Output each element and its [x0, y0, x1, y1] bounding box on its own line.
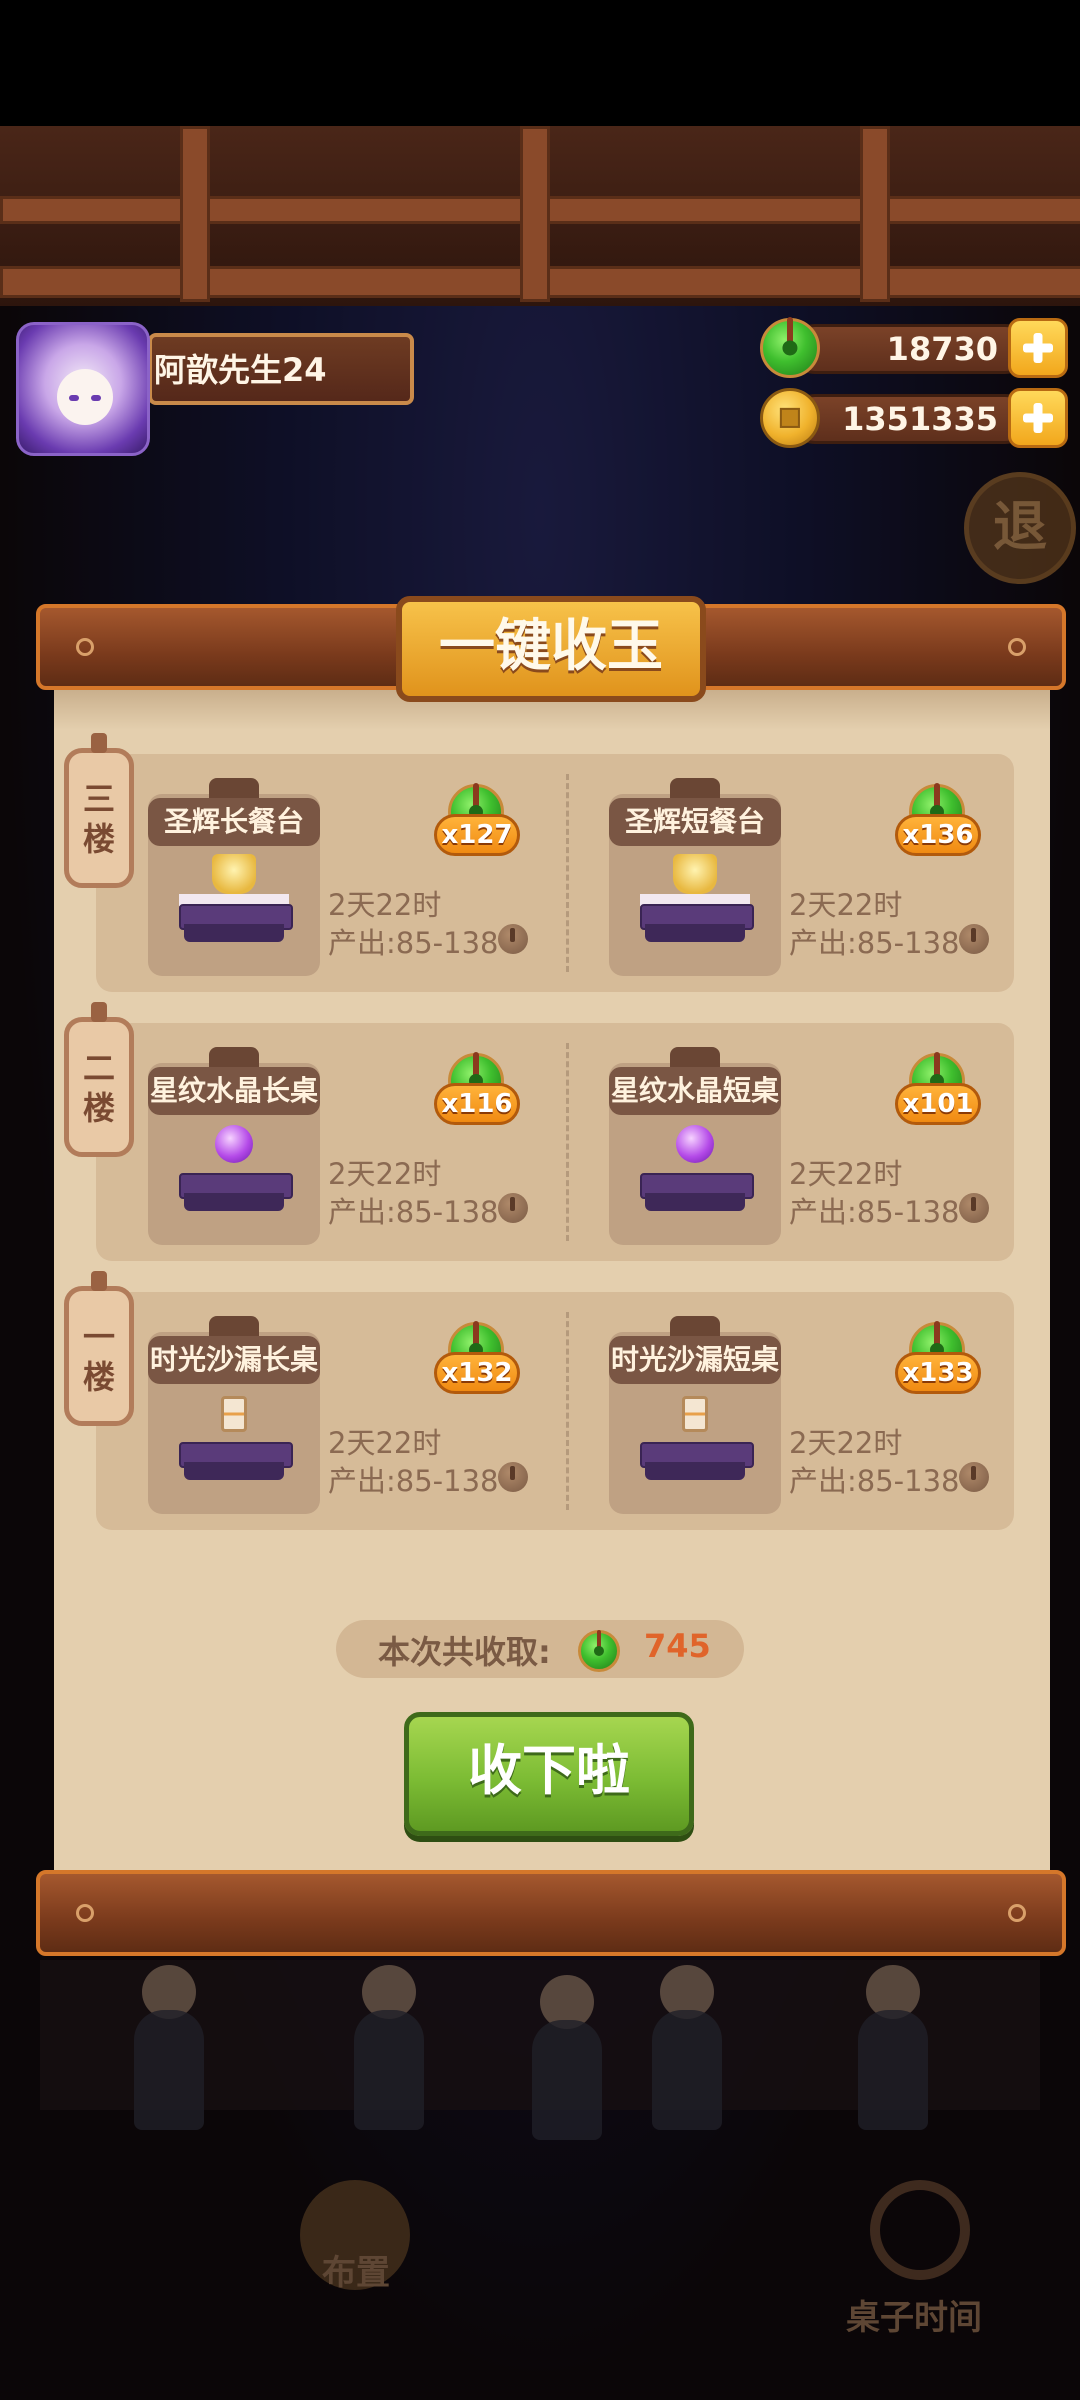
jade-count-badge: x132: [434, 1321, 520, 1408]
roof-beams: [0, 126, 1080, 306]
jade-count-badge: x136: [895, 783, 981, 870]
modal-title: 一键收玉: [439, 614, 663, 679]
table-name: 星纹水晶短桌: [610, 1074, 779, 1107]
golden-dish-icon: [673, 854, 717, 894]
copper-coin-icon: [498, 924, 528, 954]
table-base: [184, 1462, 284, 1480]
jade-count-badge: x133: [895, 1321, 981, 1408]
copper-coin-icon: [959, 1193, 989, 1223]
copper-coin-icon: [959, 924, 989, 954]
remaining-time: 2天22时: [789, 1157, 903, 1191]
remaining-time: 2天22时: [789, 1426, 903, 1460]
production-range: 产出:85-138: [789, 926, 960, 960]
production-range: 产出:85-138: [328, 926, 499, 960]
floor-label: 三楼: [82, 780, 115, 858]
table-base: [645, 1193, 745, 1211]
exit-button[interactable]: 退: [964, 472, 1076, 584]
table-time-button[interactable]: 桌子时间: [846, 2290, 982, 2339]
table-base: [184, 924, 284, 942]
table-name: 时光沙漏短桌: [610, 1343, 779, 1376]
player-avatar[interactable]: [16, 322, 150, 456]
table-name: 圣辉长餐台: [163, 805, 304, 838]
column-divider: [566, 1312, 569, 1510]
player-name: 阿歆先生24: [154, 351, 327, 389]
floor-tag: 三楼: [64, 733, 134, 888]
floor-label: 二楼: [82, 1049, 115, 1127]
table-name: 星纹水晶长桌: [149, 1074, 318, 1107]
bottom-scroll-rod: [36, 1870, 1066, 1956]
jade-count-badge: x101: [895, 1052, 981, 1139]
status-bar-area: [0, 0, 1080, 126]
jade-icon: [578, 1630, 620, 1672]
jade-icon: [760, 316, 820, 378]
remaining-time: 2天22时: [328, 1157, 442, 1191]
copper-coin-icon: [498, 1462, 528, 1492]
table-base: [184, 1193, 284, 1211]
card-hook: [209, 1047, 259, 1069]
jade-count-badge: x116: [434, 1052, 520, 1139]
card-hook: [670, 778, 720, 800]
production-range: 产出:85-138: [789, 1195, 960, 1229]
crystal-ball-icon: [215, 1125, 253, 1163]
column-divider: [566, 774, 569, 972]
clock-icon: [870, 2180, 970, 2280]
production-range: 产出:85-138: [328, 1464, 499, 1498]
column-divider: [566, 1043, 569, 1241]
jade-count-badge: x127: [434, 783, 520, 870]
jade-count: x101: [902, 1089, 974, 1119]
table-base: [645, 924, 745, 942]
floor-label: 一楼: [82, 1318, 115, 1396]
collect-button-label[interactable]: 收下啦: [404, 1712, 694, 1830]
production-range: 产出:85-138: [328, 1195, 499, 1229]
jade-count: x136: [902, 820, 974, 850]
card-hook: [209, 1316, 259, 1338]
layout-button[interactable]: 布置: [322, 2245, 390, 2294]
table-name: 圣辉短餐台: [624, 805, 765, 838]
summary-label: 本次共收取:: [378, 1633, 551, 1671]
add-gold-button[interactable]: [1008, 388, 1068, 448]
gold-coin-icon: [760, 388, 820, 448]
hourglass-icon: [221, 1396, 247, 1432]
card-hook: [209, 778, 259, 800]
jade-count: x116: [441, 1089, 513, 1119]
copper-coin-icon: [959, 1462, 989, 1492]
add-jade-button[interactable]: [1008, 318, 1068, 378]
golden-dish-icon: [212, 854, 256, 894]
remaining-time: 2天22时: [328, 888, 442, 922]
floor-tag: 二楼: [64, 1002, 134, 1157]
hourglass-icon: [682, 1396, 708, 1432]
production-range: 产出:85-138: [789, 1464, 960, 1498]
summary-total: 745: [644, 1627, 711, 1665]
remaining-time: 2天22时: [328, 1426, 442, 1460]
card-hook: [670, 1047, 720, 1069]
remaining-time: 2天22时: [789, 888, 903, 922]
crystal-ball-icon: [676, 1125, 714, 1163]
jade-count: x132: [441, 1358, 513, 1388]
card-hook: [670, 1316, 720, 1338]
table-base: [645, 1462, 745, 1480]
table-name: 时光沙漏长桌: [149, 1343, 318, 1376]
copper-coin-icon: [498, 1193, 528, 1223]
jade-count: x133: [902, 1358, 974, 1388]
jade-count: x127: [441, 820, 513, 850]
floor-tag: 一楼: [64, 1271, 134, 1426]
